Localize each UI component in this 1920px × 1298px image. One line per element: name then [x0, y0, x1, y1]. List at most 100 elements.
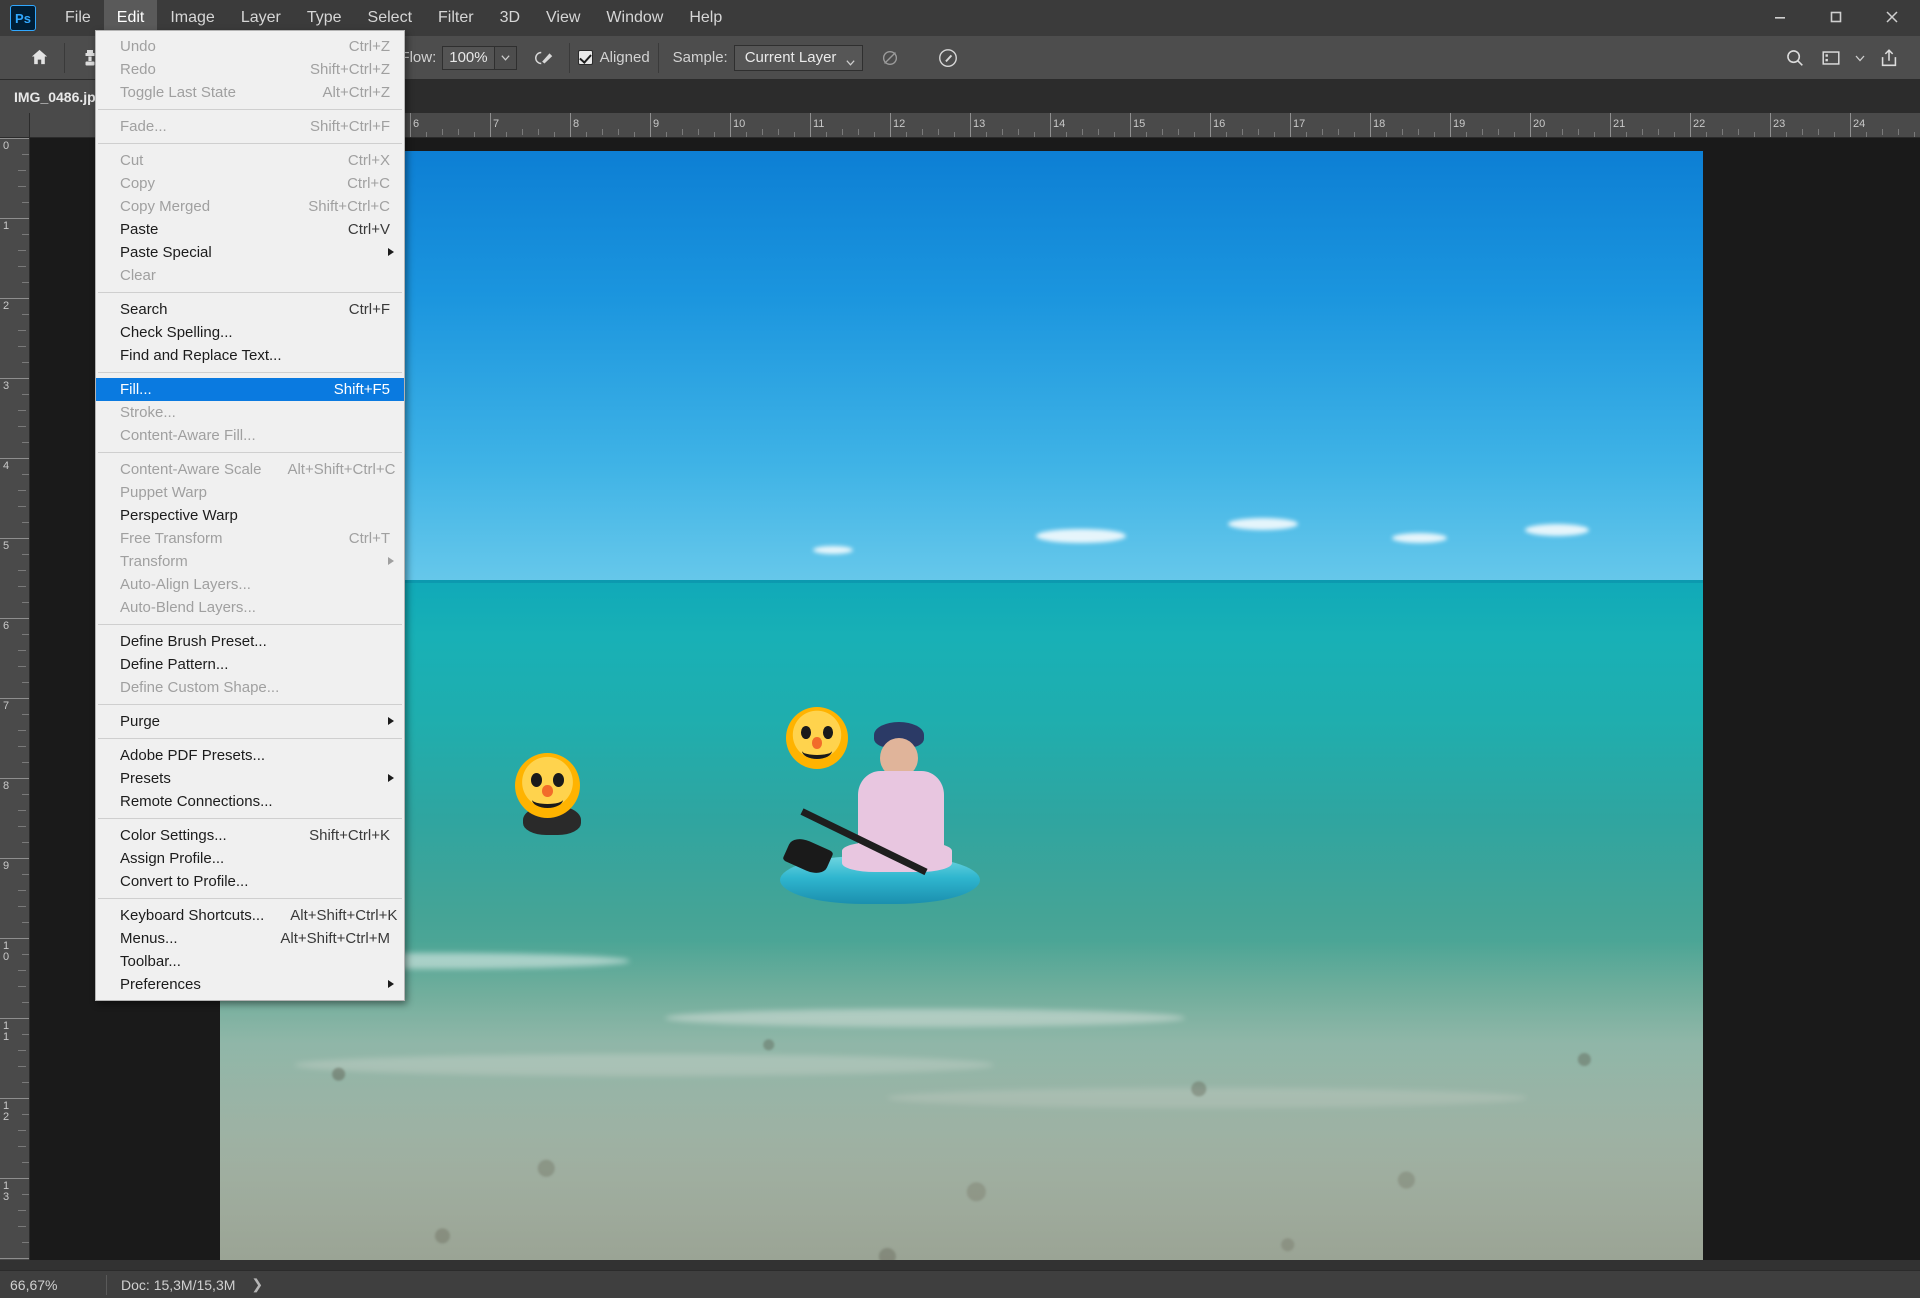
ruler-tick [0, 1018, 29, 1019]
sample-select[interactable]: Current Layer [733, 44, 864, 71]
checkbox-icon[interactable] [577, 50, 593, 65]
doc-info[interactable]: Doc: 15,3M/15,3M [107, 1277, 235, 1293]
menu-item-label: Find and Replace Text... [120, 347, 282, 364]
menu-item-undo: Undo Ctrl+Z [96, 35, 404, 58]
ruler-minor-tick [22, 314, 29, 315]
menu-item-presets[interactable]: Presets [96, 767, 404, 790]
airbrush-icon[interactable] [527, 41, 561, 75]
menu-item-assign-profile[interactable]: Assign Profile... [96, 847, 404, 870]
ruler-minor-tick [1402, 129, 1403, 135]
search-icon[interactable] [1778, 41, 1812, 75]
ruler-minor-tick [762, 129, 763, 135]
menu-item-label: Clear [120, 267, 156, 284]
menu-item-paste[interactable]: Paste Ctrl+V [96, 218, 404, 241]
menu-item-preferences[interactable]: Preferences [96, 973, 404, 996]
menu-help[interactable]: Help [676, 0, 735, 36]
ruler-minor-tick [18, 730, 26, 731]
flow-dropdown-icon[interactable] [494, 45, 517, 70]
menu-item-define-pattern[interactable]: Define Pattern... [96, 653, 404, 676]
tablet-pressure-icon[interactable] [931, 41, 965, 75]
maximize-icon[interactable] [1808, 0, 1864, 34]
doc-value: 15,3M/15,3M [153, 1276, 236, 1293]
workspace-icon[interactable] [1814, 41, 1848, 75]
menu-item-purge[interactable]: Purge [96, 710, 404, 733]
ruler-minor-tick [18, 650, 26, 651]
menu-item-toolbar[interactable]: Toolbar... [96, 950, 404, 973]
ruler-minor-tick [858, 129, 859, 135]
share-icon[interactable] [1872, 41, 1906, 75]
menu-item-keyboard-shortcuts[interactable]: Keyboard Shortcuts... Alt+Shift+Ctrl+K [96, 904, 404, 927]
flow-input[interactable]: 100% [442, 45, 495, 70]
menu-item-label: Fade... [120, 118, 167, 135]
ruler-minor-tick [1162, 129, 1163, 135]
menu-item-shortcut: Shift+Ctrl+Z [309, 61, 390, 78]
ruler-tick [490, 113, 491, 137]
menu-item-define-custom-shape: Define Custom Shape... [96, 676, 404, 699]
ruler-minor-tick [938, 129, 939, 135]
menu-item-label: Assign Profile... [120, 850, 225, 867]
menu-item-define-brush-preset[interactable]: Define Brush Preset... [96, 630, 404, 653]
close-icon[interactable] [1864, 0, 1920, 34]
ruler-label: 14 [1053, 118, 1066, 130]
edit-menu-dropdown[interactable]: Undo Ctrl+Z Redo Shift+Ctrl+Z Toggle Last St… [95, 30, 405, 1001]
menu-item-remote-connections[interactable]: Remote Connections... [96, 790, 404, 813]
zoom-level[interactable]: 66,67% [0, 1277, 106, 1293]
menu-item-label: Preferences [120, 976, 201, 993]
ruler-tick [1610, 113, 1611, 137]
chevron-right-icon[interactable]: ❯ [251, 1276, 263, 1293]
minimize-icon[interactable] [1752, 0, 1808, 34]
menu-filter[interactable]: Filter [425, 0, 487, 36]
menu-item-adobe-pdf-presets[interactable]: Adobe PDF Presets... [96, 744, 404, 767]
aligned-checkbox[interactable]: Aligned [577, 49, 650, 66]
ruler-minor-tick [22, 874, 29, 875]
menu-item-fade: Fade... Shift+Ctrl+F [96, 115, 404, 138]
menu-item-find-and-replace-text[interactable]: Find and Replace Text... [96, 344, 404, 367]
ruler-minor-tick [18, 330, 26, 331]
ruler-minor-tick [1738, 129, 1739, 135]
ruler-minor-tick [522, 129, 523, 135]
divider [568, 42, 570, 73]
ruler-tick [0, 298, 29, 299]
menu-window[interactable]: Window [593, 0, 676, 36]
document-image[interactable] [220, 151, 1703, 1260]
menu-view[interactable]: View [533, 0, 593, 36]
ignore-adjustment-layers-icon[interactable] [873, 41, 907, 75]
menu-item-perspective-warp[interactable]: Perspective Warp [96, 504, 404, 527]
doc-label: Doc: [121, 1276, 150, 1293]
ruler-label: 12 [893, 118, 906, 130]
vertical-ruler[interactable]: 01234567891 01 11 21 31 4 [0, 138, 30, 1260]
ruler-minor-tick [22, 1194, 29, 1195]
menu-item-shortcut: Alt+Ctrl+Z [322, 84, 390, 101]
ruler-corner[interactable] [0, 113, 30, 138]
home-icon[interactable] [22, 41, 56, 75]
menu-item-label: Convert to Profile... [120, 873, 249, 890]
chevron-down-icon[interactable] [1850, 41, 1870, 75]
sun-emoji-swimmer[interactable] [505, 743, 590, 828]
menu-3d[interactable]: 3D [487, 0, 533, 36]
menu-item-check-spelling[interactable]: Check Spelling... [96, 321, 404, 344]
menu-item-search[interactable]: Search Ctrl+F [96, 298, 404, 321]
menu-item-convert-to-profile[interactable]: Convert to Profile... [96, 870, 404, 893]
ruler-tick [650, 113, 651, 137]
menu-item-menus[interactable]: Menus... Alt+Shift+Ctrl+M [96, 927, 404, 950]
sun-emoji-paddler[interactable] [777, 698, 857, 778]
ruler-minor-tick [842, 129, 843, 135]
menu-item-stroke: Stroke... [96, 401, 404, 424]
menu-item-fill[interactable]: Fill... Shift+F5 [96, 378, 404, 401]
menu-item-color-settings[interactable]: Color Settings... Shift+Ctrl+K [96, 824, 404, 847]
ruler-minor-tick [18, 586, 26, 587]
ruler-minor-tick [618, 129, 619, 135]
ruler-label: 0 [3, 140, 10, 152]
ruler-minor-tick [22, 602, 29, 603]
menu-item-paste-special[interactable]: Paste Special [96, 241, 404, 264]
ruler-label: 21 [1613, 118, 1626, 130]
ruler-minor-tick [1082, 129, 1083, 135]
ruler-minor-tick [18, 490, 26, 491]
ruler-minor-tick [778, 129, 779, 135]
chevron-down-icon [845, 52, 856, 76]
menu-item-label: Define Pattern... [120, 656, 229, 673]
menu-item-label: Auto-Align Layers... [120, 576, 251, 593]
ruler-minor-tick [1338, 129, 1339, 135]
ruler-minor-tick [22, 282, 29, 283]
menu-item-shortcut: Shift+Ctrl+K [309, 827, 390, 844]
